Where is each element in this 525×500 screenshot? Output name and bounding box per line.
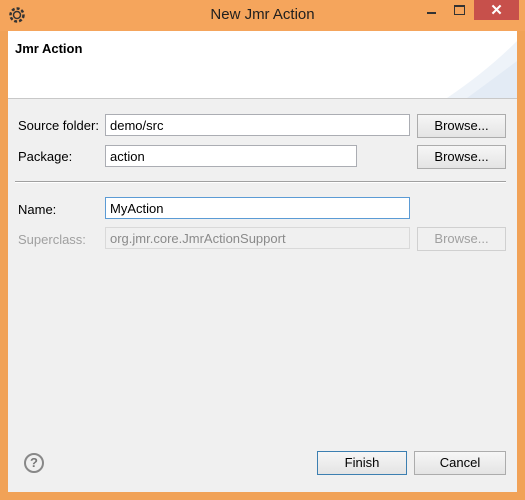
- title-bar[interactable]: New Jmr Action ✕: [0, 0, 525, 31]
- finish-button[interactable]: Finish: [317, 451, 407, 475]
- minimize-icon: [427, 12, 436, 14]
- source-folder-browse-button[interactable]: Browse...: [417, 114, 506, 138]
- source-folder-input[interactable]: demo/src: [105, 114, 410, 136]
- superclass-input: org.jmr.core.JmrActionSupport: [105, 227, 410, 249]
- dialog-body: Jmr Action Source folder: demo/src Brows…: [8, 31, 517, 492]
- superclass-label: Superclass:: [18, 232, 86, 247]
- superclass-browse-button: Browse...: [417, 227, 506, 251]
- package-browse-button[interactable]: Browse...: [417, 145, 506, 169]
- close-button[interactable]: ✕: [474, 0, 519, 20]
- banner-title: Jmr Action: [15, 41, 83, 56]
- banner-decoration-icon: [447, 41, 517, 98]
- close-icon: ✕: [490, 2, 503, 19]
- package-label: Package:: [18, 149, 73, 164]
- name-label: Name:: [18, 202, 57, 217]
- package-input[interactable]: action: [105, 145, 357, 167]
- source-folder-label: Source folder:: [18, 118, 99, 133]
- dialog-window: New Jmr Action ✕ Jmr Action Source folde…: [0, 0, 525, 500]
- help-icon[interactable]: ?: [24, 453, 44, 473]
- wizard-banner: Jmr Action: [8, 31, 517, 99]
- maximize-icon: [454, 5, 465, 15]
- maximize-button[interactable]: [446, 0, 472, 20]
- section-separator: [15, 181, 506, 183]
- minimize-button[interactable]: [418, 0, 444, 20]
- name-input[interactable]: MyAction: [105, 197, 410, 219]
- cancel-button[interactable]: Cancel: [414, 451, 506, 475]
